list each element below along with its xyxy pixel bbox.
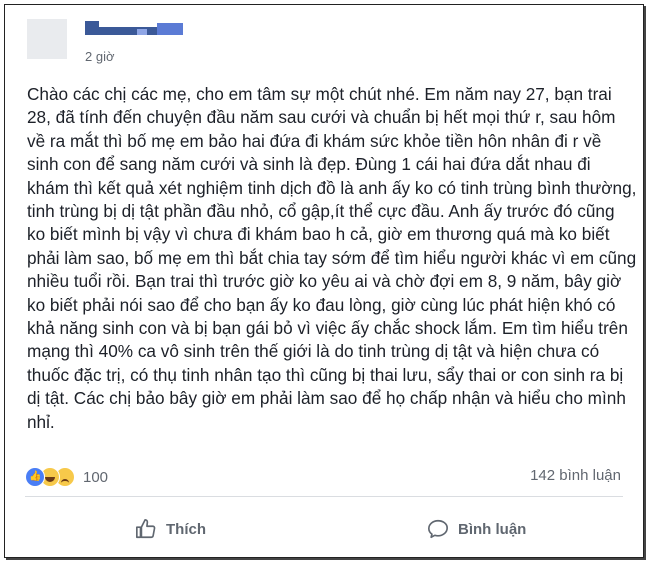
like-button[interactable]: Thích — [135, 517, 206, 541]
thumbs-up-icon — [136, 519, 156, 539]
reaction-count: 100 — [83, 468, 109, 486]
comment-button[interactable]: Bình luận — [427, 517, 526, 541]
author-name-redacted[interactable] — [85, 21, 185, 35]
avatar[interactable] — [27, 19, 67, 59]
divider — [25, 496, 623, 497]
like-button-label: Thích — [166, 520, 206, 538]
post-timestamp[interactable]: 2 giờ — [85, 49, 115, 64]
post-body: Chào các chị các mẹ, cho em tâm sự một c… — [27, 84, 637, 432]
post-card: 2 giờ Chào các chị các mẹ, cho em tâm sự… — [4, 4, 644, 558]
speech-bubble-icon — [428, 519, 448, 539]
comment-button-label: Bình luận — [458, 520, 527, 538]
comment-count[interactable]: 142 bình luận — [530, 467, 621, 484]
like-icon — [25, 467, 45, 487]
reaction-summary[interactable]: 100 — [25, 466, 108, 488]
